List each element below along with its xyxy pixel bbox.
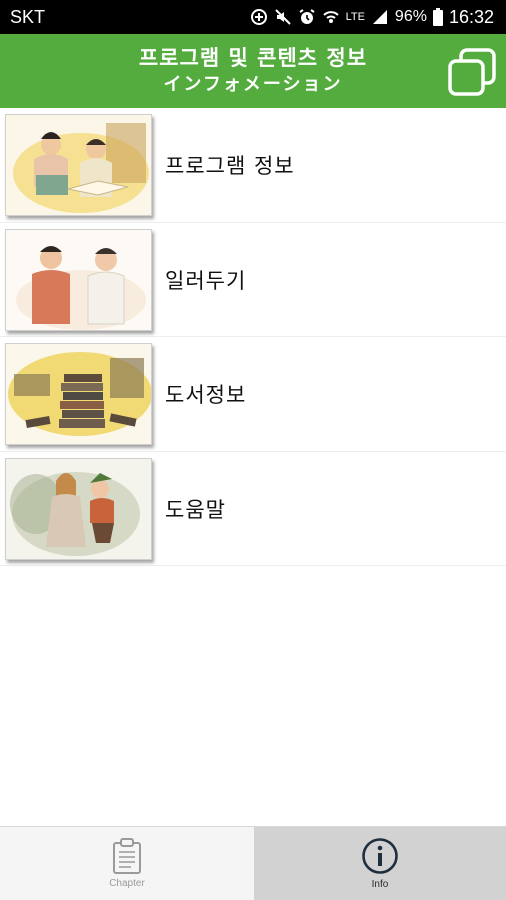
tab-chapter-label: Chapter [109, 878, 145, 889]
menu-item-label: 일러두기 [165, 268, 247, 293]
app-header: 프로그램 및 콘텐츠 정보 インフォメーション [0, 34, 506, 108]
status-bar: SKT LTE 96% 16:32 [0, 0, 506, 34]
page-subtitle: インフォメーション [163, 74, 343, 95]
data-saver-icon [250, 8, 268, 26]
illustration-two-men-talking [6, 229, 151, 330]
copy-windows-icon [448, 48, 496, 96]
illustration-stacked-books [6, 344, 151, 444]
battery-percent: 96% [394, 8, 427, 25]
menu-item-help[interactable]: 도움말 [0, 452, 506, 566]
wifi-calling-icon [322, 8, 340, 26]
menu-list: 프로그램 정보 일러두기 도서정보 도움말 [0, 108, 506, 566]
thumbnail-image [5, 343, 152, 445]
status-icons: LTE 96% 16:32 [250, 7, 494, 28]
menu-item-notes[interactable]: 일러두기 [0, 223, 506, 337]
carrier-label: SKT [10, 6, 46, 27]
thumbnail-image [5, 114, 152, 216]
bottom-navigation: Chapter Info [0, 826, 506, 900]
clock: 16:32 [448, 6, 494, 27]
tab-info[interactable]: Info [254, 827, 506, 900]
tab-chapter[interactable]: Chapter [0, 827, 254, 900]
info-circle-icon [362, 838, 398, 874]
alarm-icon [298, 8, 316, 26]
menu-item-label: 도서정보 [165, 383, 247, 407]
clipboard-icon [113, 838, 141, 874]
menu-item-label: 프로그램 정보 [165, 154, 295, 178]
network-type-label: LTE [345, 11, 365, 23]
mute-icon [274, 8, 292, 26]
illustration-woman-and-kneeling-man [6, 458, 151, 559]
page-title: 프로그램 및 콘텐츠 정보 [138, 46, 368, 70]
menu-item-label: 도움말 [165, 497, 226, 522]
app-screen: SKT LTE 96% 16:32 프로그램 및 콘텐츠 정보 インフォメーショ… [0, 0, 506, 900]
battery-icon [432, 8, 443, 26]
menu-item-program-info[interactable]: 프로그램 정보 [0, 108, 506, 223]
thumbnail-image [5, 228, 152, 331]
illustration-two-people-reading [6, 115, 151, 215]
header-titles: 프로그램 및 콘텐츠 정보 インフォメーション [0, 34, 506, 108]
window-switch-button[interactable] [446, 46, 498, 98]
thumbnail-image [5, 457, 152, 560]
tab-info-label: Info [371, 879, 389, 890]
menu-item-book-info[interactable]: 도서정보 [0, 337, 506, 452]
signal-icon [371, 8, 389, 26]
